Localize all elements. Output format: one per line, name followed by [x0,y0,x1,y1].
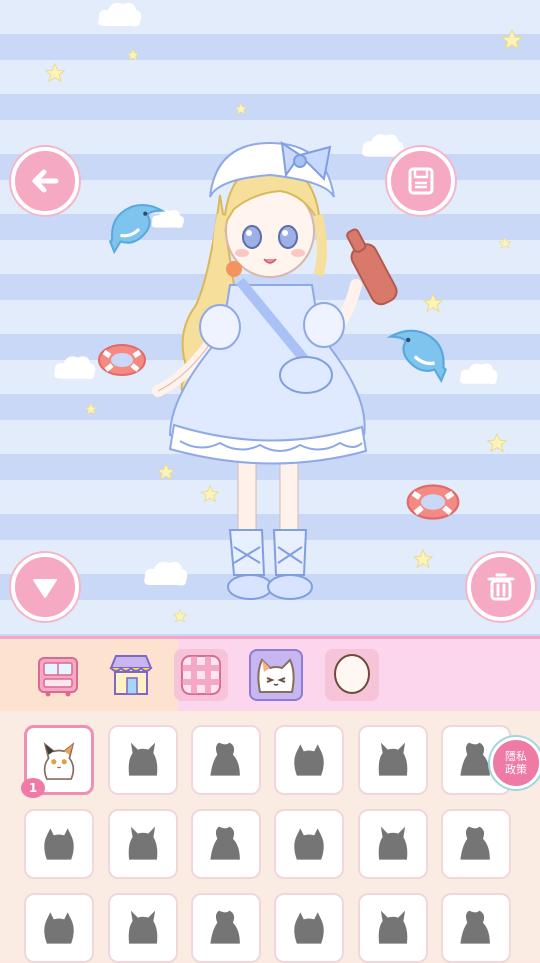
item-slot[interactable] [191,893,261,963]
star-icon [126,48,140,61]
star-icon [498,236,512,249]
locked-cat-silhouette-icon [294,912,324,944]
owned-count-badge: 1 [21,778,45,798]
locked-cat-silhouette-icon [128,826,158,860]
face-outline-icon [334,654,370,694]
shop-icon [109,655,153,695]
locked-cat-silhouette-icon [378,742,408,776]
star-icon [486,432,508,453]
item-slot[interactable] [191,725,261,795]
tab-face[interactable] [325,649,379,701]
item-slot[interactable] [24,893,94,963]
privacy-label-line2: 政策 [505,763,527,776]
locked-cat-silhouette-icon [128,910,158,944]
star-icon [500,28,524,51]
cloud-icon [98,2,142,27]
wardrobe-icon [38,657,78,697]
scroll-down-button[interactable] [11,553,79,621]
save-button[interactable] [387,147,455,215]
privacy-label-line1: 隱私 [505,750,527,763]
dress-up-character [152,140,398,600]
locked-cat-silhouette-icon [210,826,240,860]
locked-cat-silhouette-icon [460,826,490,860]
locked-cat-silhouette-icon [378,826,408,860]
item-slot[interactable] [358,893,428,963]
privacy-policy-button[interactable]: 隱私 政策 [490,737,540,789]
cloud-icon [54,356,96,380]
locked-cat-silhouette-icon [128,742,158,776]
locked-cat-silhouette-icon [210,742,240,776]
floppy-disk-icon [408,167,434,195]
locked-cat-silhouette-icon [44,828,74,860]
white-cat-icon [43,742,75,780]
item-slot[interactable] [108,893,178,963]
item-slot[interactable] [441,809,511,879]
star-icon [422,292,444,313]
star-icon [84,402,98,415]
cat-face-icon [257,658,295,693]
category-tab-bar [0,636,540,714]
delete-button[interactable] [467,553,535,621]
cloud-icon [459,363,498,385]
item-slot[interactable]: 1 [21,725,94,798]
item-slot[interactable] [191,809,261,879]
tab-pets[interactable] [249,649,303,701]
item-slot[interactable] [441,893,511,963]
tab-pattern[interactable] [174,649,228,701]
locked-cat-silhouette-icon [378,910,408,944]
item-slot[interactable] [274,809,344,879]
triangle-down-icon [33,579,57,598]
item-slot[interactable] [274,893,344,963]
back-button[interactable] [11,147,79,215]
item-slot[interactable] [358,809,428,879]
locked-cat-silhouette-icon [210,910,240,944]
star-icon [172,608,188,623]
dress-up-stage [0,0,540,636]
arrow-left-icon [32,169,59,193]
item-slot[interactable] [24,809,94,879]
locked-cat-silhouette-icon [460,910,490,944]
locked-cat-silhouette-icon [294,828,324,860]
star-icon [234,102,248,115]
locked-cat-silhouette-icon [294,744,324,776]
tab-wardrobe[interactable] [31,649,85,701]
item-slot[interactable] [108,725,178,795]
gingham-pattern-icon [181,655,221,695]
item-slot[interactable] [358,725,428,795]
trash-icon [487,573,515,601]
star-icon [44,62,66,83]
tab-shop[interactable] [104,649,158,701]
item-slot[interactable] [108,809,178,879]
item-slot[interactable] [274,725,344,795]
locked-cat-silhouette-icon [44,912,74,944]
